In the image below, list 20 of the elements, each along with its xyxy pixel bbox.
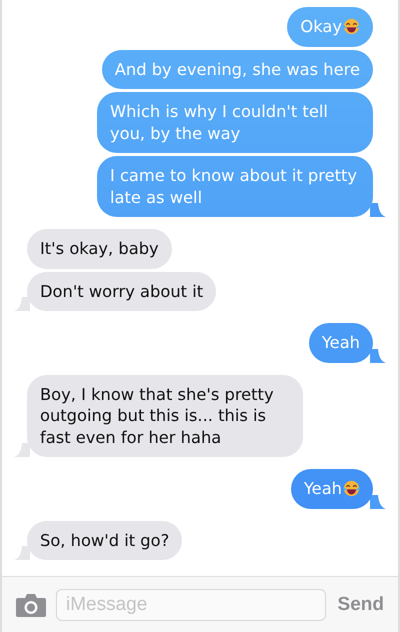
message-bubble: Don't worry about it [27, 272, 216, 311]
message-bubble: Which is why I couldn't tell you, by the way [97, 92, 373, 153]
bubble-tail-icon [370, 203, 386, 217]
bubble-tail-icon [14, 443, 30, 457]
message-bubble: Yeah [290, 469, 373, 508]
bubble-tail-icon [370, 348, 386, 362]
laughing-face-icon [343, 18, 360, 36]
message-bubble: It's okay, baby [27, 229, 172, 268]
message-bubble: So, how'd it go? [27, 520, 182, 560]
camera-icon[interactable] [16, 592, 46, 616]
message-bubble: Okay [287, 7, 373, 46]
message-bubble: I came to know about it pretty late as well [97, 156, 373, 217]
message-bubble: Yeah [308, 323, 373, 362]
send-button[interactable]: Send [338, 594, 384, 616]
laughing-face-icon [343, 480, 360, 498]
message-bubble: And by evening, she was here [102, 50, 373, 89]
bubble-tail-icon [14, 546, 30, 560]
message-bubble: Boy, I know that she's pretty outgoing but this is... this is fast even for her haha [27, 374, 303, 457]
bubble-tail-icon [14, 297, 30, 311]
bubble-tail-icon [370, 494, 386, 508]
